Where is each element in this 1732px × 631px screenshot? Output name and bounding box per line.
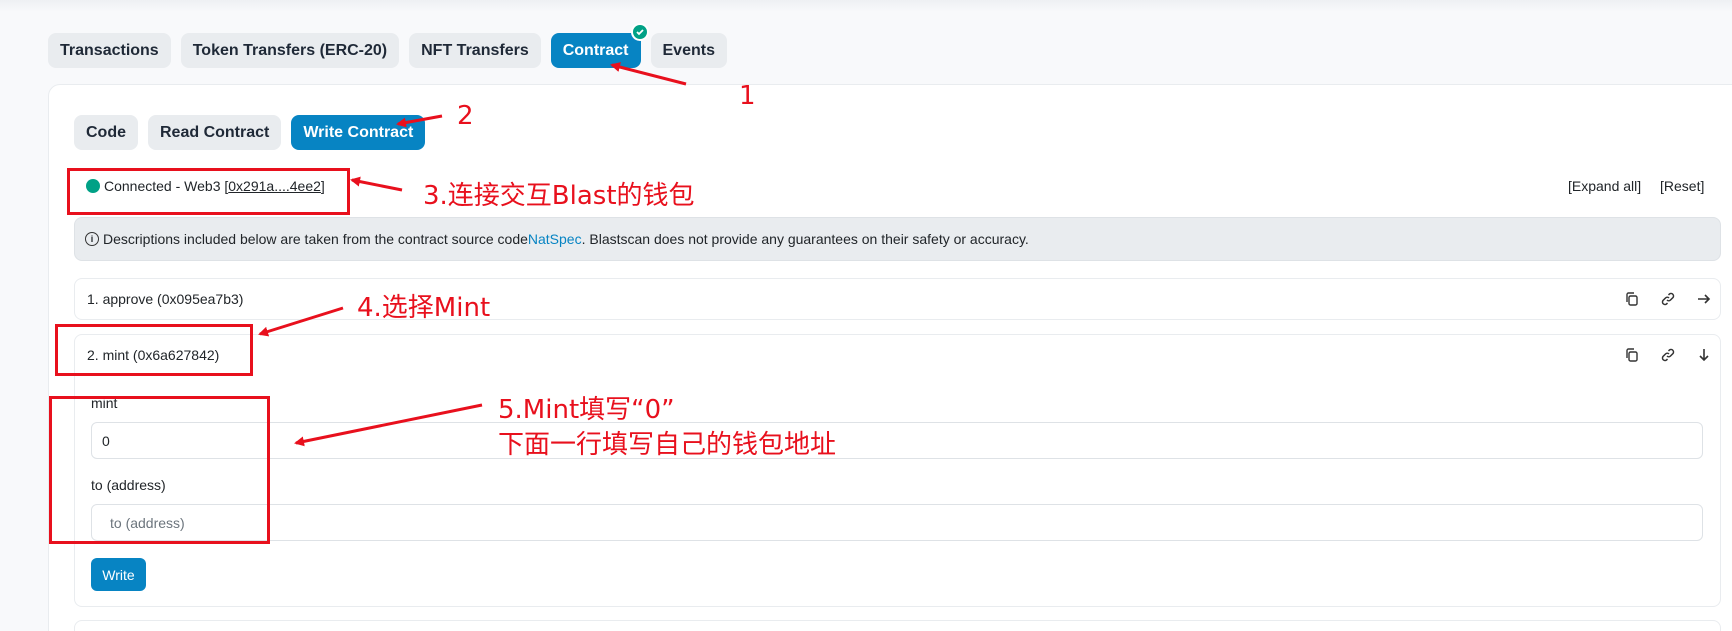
annotation-step-5-line2: 下面一行填写自己的钱包地址: [498, 430, 837, 460]
arrow-to-connected: [350, 176, 403, 192]
arrow-to-mint: [258, 306, 344, 337]
annotation-step-5-line1: 5.Mint填写“0”: [498, 395, 675, 425]
annotation-step-3: 3.连接交互Blast的钱包: [423, 181, 695, 211]
arrow-to-contract-tab: [610, 62, 687, 86]
annotation-step-2: 2: [457, 101, 474, 131]
annotation-step-4: 4.选择Mint: [357, 293, 491, 323]
arrow-to-write-contract: [396, 114, 443, 128]
annotation-arrows: [258, 62, 687, 447]
arrow-to-inputs: [294, 403, 483, 447]
annotation-step-1: 1: [739, 81, 756, 111]
